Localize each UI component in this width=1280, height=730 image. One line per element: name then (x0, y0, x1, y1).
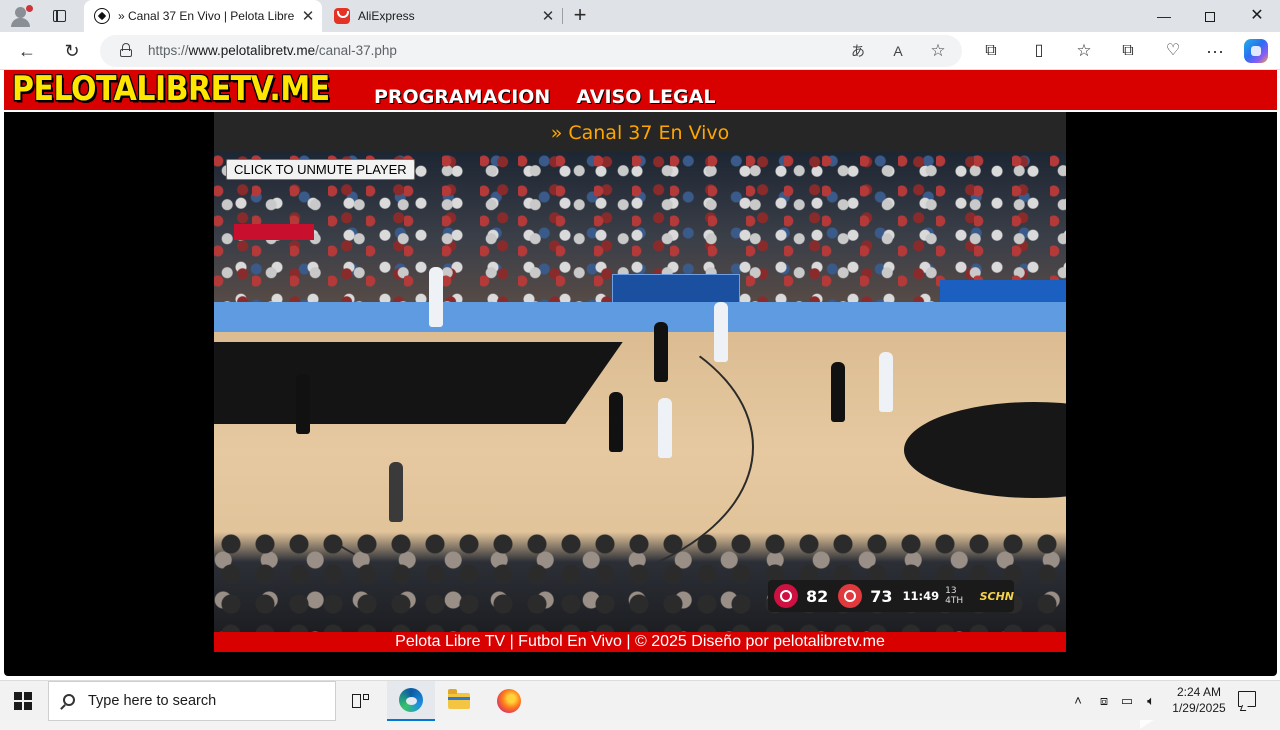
clock-time: 2:24 AM (1176, 685, 1222, 699)
network-logo: SCHN (979, 589, 1014, 603)
browser-tab-strip: » Canal 37 En Vivo | Pelota Libre T ✕ Al… (0, 0, 1280, 32)
nav-programacion[interactable]: PROGRAMACION (374, 86, 550, 108)
network-icon[interactable]: ▭ (1117, 691, 1137, 711)
restore-icon (1205, 12, 1215, 22)
tab-title: AliExpress (358, 9, 415, 23)
close-tab-icon[interactable]: ✕ (534, 7, 562, 25)
split-screen-icon[interactable]: ▯ (1025, 37, 1053, 65)
unmute-player-button[interactable]: CLICK TO UNMUTE PLAYER (226, 159, 415, 180)
game-period: 13 4TH (945, 586, 964, 606)
basketball-player (296, 374, 310, 434)
nav-aviso-legal[interactable]: AVISO LEGAL (576, 86, 715, 108)
close-tab-icon[interactable]: ✕ (294, 7, 322, 25)
more-options-icon[interactable]: ··· (1201, 37, 1229, 65)
read-aloud-icon[interactable]: A (886, 40, 910, 62)
taskbar-clock[interactable]: 2:24 AM 1/29/2025 (1164, 684, 1234, 716)
url-text[interactable]: https://www.pelotalibretv.me/canal-37.ph… (148, 43, 397, 58)
firefox-icon[interactable] (485, 681, 533, 721)
soccer-ball-icon (94, 8, 110, 24)
notifications-icon[interactable] (1238, 691, 1256, 707)
scoreboard: 82 73 11:49 13 4TH SCHN (768, 580, 1014, 612)
basketball-player (658, 398, 672, 458)
away-score: 73 (870, 586, 893, 606)
tab-canal-37[interactable]: » Canal 37 En Vivo | Pelota Libre T ✕ (84, 0, 322, 32)
add-favorite-icon[interactable]: ☆ (926, 40, 950, 62)
restore-button[interactable] (1187, 0, 1233, 32)
profile-avatar-icon[interactable] (8, 4, 34, 28)
back-button[interactable]: ← (12, 36, 42, 66)
minimize-button[interactable]: — (1141, 0, 1187, 32)
reload-button[interactable]: ↻ (57, 36, 87, 66)
address-bar[interactable]: https://www.pelotalibretv.me/canal-37.ph… (100, 35, 962, 67)
basketball-player (609, 392, 623, 452)
site-footer: Pelota Libre TV | Futbol En Vivo | © 202… (214, 632, 1066, 652)
tab-title: » Canal 37 En Vivo | Pelota Libre T (118, 9, 294, 23)
channel-title: » Canal 37 En Vivo (214, 112, 1066, 152)
basketball-player (429, 267, 443, 327)
page-body: » Canal 37 En Vivo CLICK TO UNMUTE PLAYE… (4, 112, 1277, 676)
video-player[interactable]: CLICK TO UNMUTE PLAYER 82 73 11:49 13 4T… (214, 152, 1066, 632)
basketball-player (714, 302, 728, 362)
windows-start-icon[interactable] (14, 692, 32, 710)
home-score: 82 (806, 586, 829, 606)
main-content: » Canal 37 En Vivo CLICK TO UNMUTE PLAYE… (214, 112, 1066, 652)
extensions-icon[interactable]: ⧉ (977, 37, 1005, 65)
browser-toolbar: ← ↻ https://www.pelotalibretv.me/canal-3… (0, 32, 1280, 70)
favorites-icon[interactable]: ☆ (1070, 37, 1098, 65)
windows-taskbar: Type here to search ˄ ⧈ ▭ 🔈︎ 2:24 AM 1/2… (0, 680, 1280, 721)
collections-icon[interactable]: ⧉ (1114, 37, 1142, 65)
task-view-icon[interactable] (336, 681, 384, 721)
file-explorer-icon[interactable] (435, 681, 483, 721)
basketball-player (879, 352, 893, 412)
clock-date: 1/29/2025 (1172, 701, 1226, 715)
tab-actions-icon[interactable] (48, 6, 70, 26)
site-header: PELOTALIBRETV.ME PROGRAMACION AVISO LEGA… (4, 70, 1277, 110)
basketball-player (831, 362, 845, 422)
tab-separator (562, 8, 563, 24)
new-tab-button[interactable]: + (568, 3, 592, 29)
taskbar-search[interactable]: Type here to search (48, 681, 336, 721)
rockets-logo-icon (774, 584, 798, 608)
copilot-icon[interactable] (1244, 39, 1268, 63)
tab-aliexpress[interactable]: AliExpress ✕ (324, 0, 562, 32)
browser-essentials-icon[interactable]: ♡ (1159, 37, 1187, 65)
search-icon (63, 694, 75, 706)
arena-ad-banner (234, 224, 314, 240)
aliexpress-icon (334, 8, 350, 24)
close-window-button[interactable]: ✕ (1234, 0, 1280, 32)
basketball-player (654, 322, 668, 382)
page-viewport: PELOTALIBRETV.ME PROGRAMACION AVISO LEGA… (0, 70, 1280, 729)
lock-icon[interactable] (120, 43, 132, 57)
game-clock: 11:49 (902, 589, 940, 603)
translate-icon[interactable]: あ (846, 40, 870, 62)
site-logo[interactable]: PELOTALIBRETV.ME (12, 70, 330, 109)
edge-app-icon[interactable] (387, 681, 435, 721)
show-hidden-icons-chevron-icon[interactable]: ˄ (1068, 691, 1088, 711)
referee (389, 462, 403, 522)
site-nav: PROGRAMACION AVISO LEGAL (374, 86, 715, 108)
device-icon[interactable]: ⧈ (1094, 691, 1114, 711)
hawks-logo-icon (838, 584, 863, 608)
volume-icon[interactable]: 🔈︎ (1141, 691, 1161, 711)
search-placeholder: Type here to search (88, 693, 217, 709)
